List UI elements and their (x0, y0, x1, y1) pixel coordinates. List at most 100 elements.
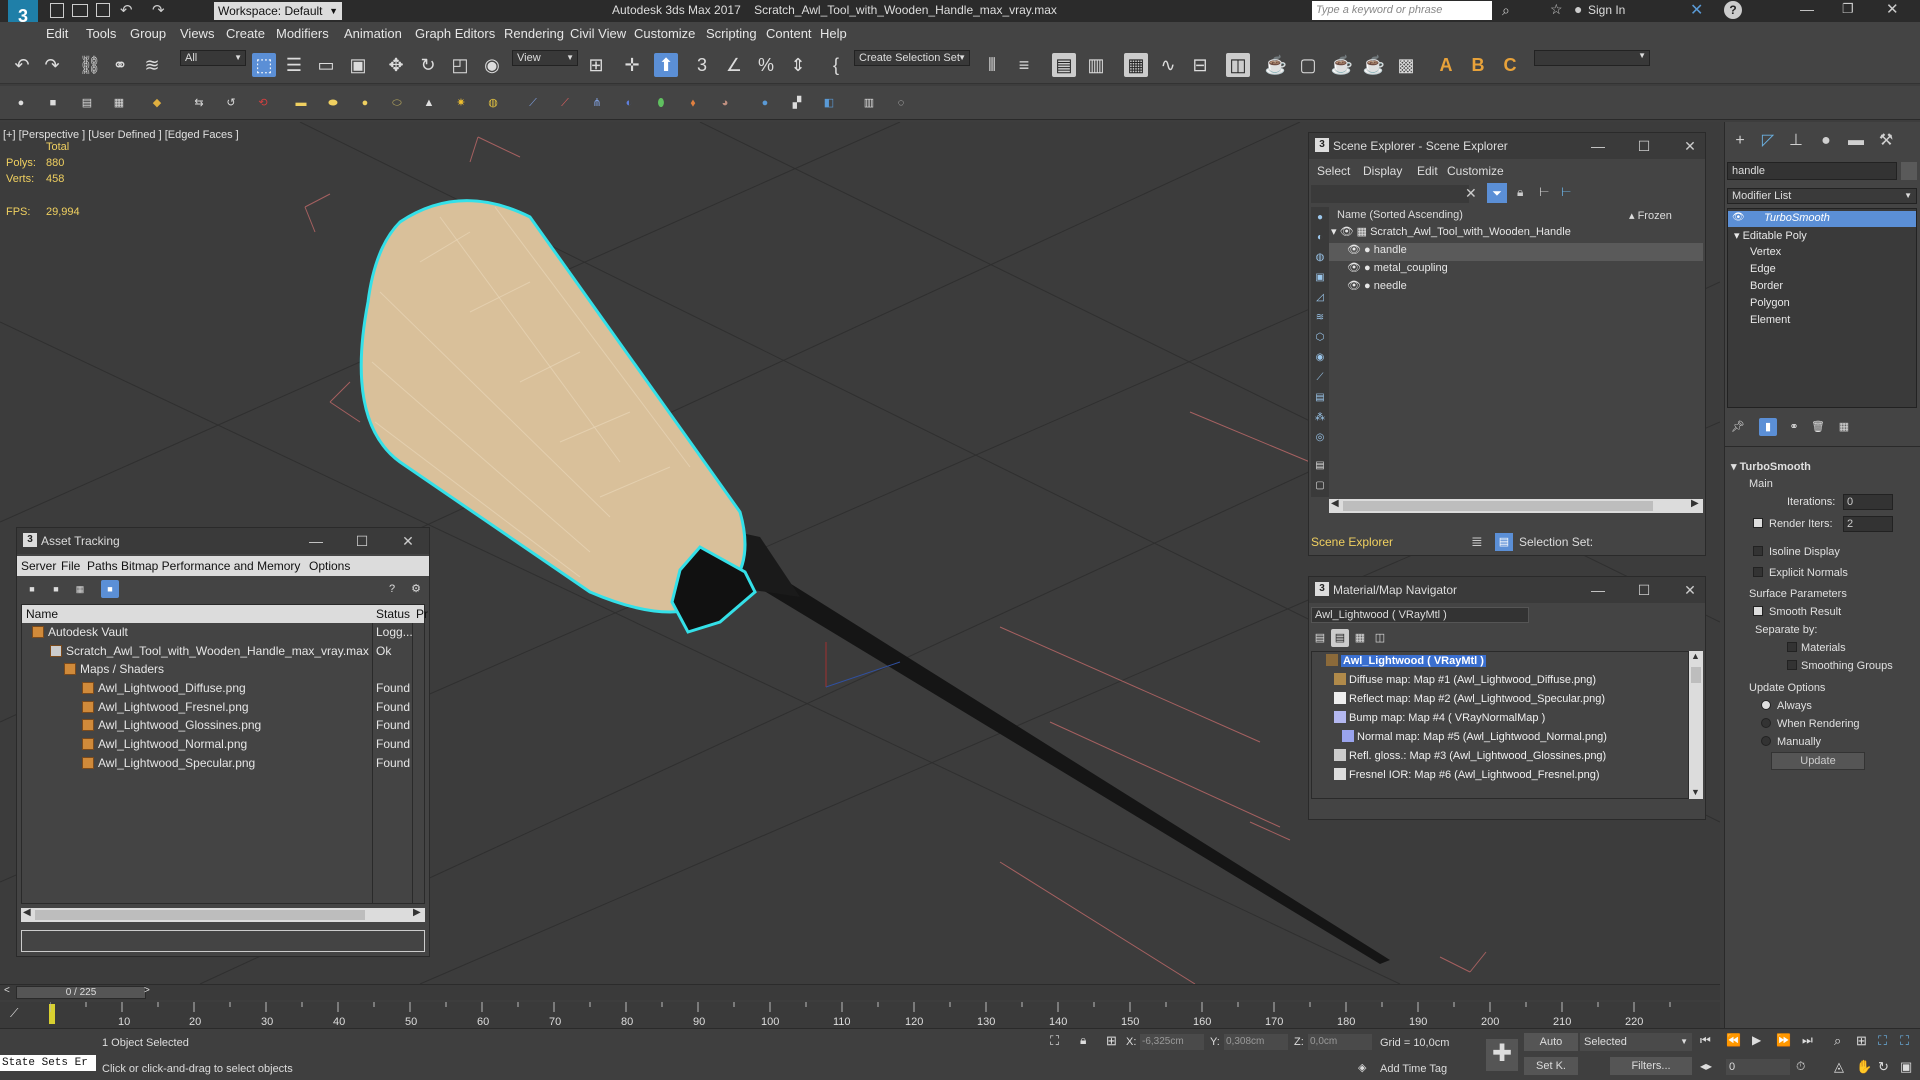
undo-icon[interactable]: ↶ (120, 1, 133, 19)
scene-explorer-selector[interactable]: Scene Explorer (1311, 535, 1393, 549)
isoline-display-checkbox[interactable] (1753, 546, 1763, 556)
stack-item-turbosmooth[interactable]: 👁︎ TurboSmooth (1728, 211, 1916, 227)
reference-coordinate-dropdown[interactable]: View ▼ (512, 50, 578, 66)
go-to-start-icon[interactable]: ⏮ (1700, 1033, 1711, 1048)
menu-bitmap-performance[interactable]: Bitmap Performance and Memory (121, 559, 300, 573)
curve-editor-icon[interactable]: ∿ (1156, 53, 1180, 77)
window-crossing-icon[interactable]: ▣ (346, 53, 370, 77)
toolbar-blank-dropdown[interactable]: ▼ (1534, 50, 1650, 66)
pin-stack-icon[interactable]: 📌︎ (1729, 418, 1747, 436)
sign-in-link[interactable]: Sign In (1588, 3, 1625, 17)
display-geometry-icon[interactable]: ● (1311, 209, 1329, 227)
menu-graph-editors[interactable]: Graph Editors (415, 26, 495, 41)
rendered-frame-window-icon[interactable]: ▢ (1296, 53, 1320, 77)
maximize-viewport-icon[interactable]: ▣ (1900, 1059, 1912, 1075)
view-list-icons-icon[interactable]: ▤ (1331, 629, 1349, 647)
redo-icon[interactable]: ↷ (40, 53, 64, 77)
material-map-item[interactable]: Refl. gloss.: Map #3 (Awl_Lightwood_Glos… (1334, 749, 1606, 762)
rotate-icon[interactable]: ↻ (416, 53, 440, 77)
smooth-result-checkbox[interactable] (1753, 606, 1763, 616)
keyboard-shortcut-override-icon[interactable]: ⬆ (654, 53, 678, 77)
stack-item-edge[interactable]: Edge (1750, 263, 1776, 275)
text-b-icon[interactable]: B (1466, 53, 1490, 77)
horizontal-scrollbar[interactable]: ◀ ▶ (21, 907, 425, 922)
zoom-all-icon[interactable]: ⊞ (1856, 1033, 1867, 1049)
table-row[interactable]: Scratch_Awl_Tool_with_Wooden_Handle_max_… (22, 644, 424, 662)
pan-view-icon[interactable]: ✋ (1856, 1059, 1872, 1075)
time-configuration-icon[interactable]: ⏱ (1796, 1059, 1805, 1074)
material-map-item[interactable]: Bump map: Map #4 ( VRayNormalMap ) (1334, 711, 1545, 724)
close-button[interactable]: ✕ (399, 532, 417, 550)
display-tab-icon[interactable]: ▬ (1843, 128, 1869, 154)
remove-modifier-icon[interactable]: 🗑︎ (1809, 418, 1827, 436)
always-radio[interactable] (1761, 700, 1771, 710)
maximize-button[interactable]: ☐ (353, 532, 371, 550)
table-row[interactable]: Awl_Lightwood_Glossines.png Found (22, 718, 424, 736)
hierarchy-sync-icon[interactable]: ⊢ (1561, 185, 1571, 199)
table-row[interactable]: Autodesk Vault Logg... (22, 625, 424, 643)
track-bar[interactable]: ⟋ 10 20 30 40 50 60 70 80 90 100 110 120… (0, 1002, 1720, 1028)
toggle-layer-explorer-icon[interactable]: ▥ (1084, 53, 1108, 77)
display-bones-icon[interactable]: ⟋ (1311, 369, 1329, 387)
user-icon[interactable]: ● (1574, 1, 1582, 17)
next-frame-icon[interactable]: ⏩ (1776, 1033, 1791, 1047)
render-iters-spinner[interactable]: 2 (1843, 516, 1893, 532)
tool-13-icon[interactable]: ▲ (420, 94, 438, 112)
configure-modifier-sets-icon[interactable]: ▦ (1835, 418, 1853, 436)
x-coordinate-field[interactable]: -6,325cm (1140, 1034, 1204, 1050)
menu-content[interactable]: Content (766, 26, 812, 41)
tool-21-icon[interactable]: ⬧ (684, 94, 702, 112)
workspace-dropdown[interactable]: Workspace: Default ▼ (214, 2, 342, 20)
view-mode-3-icon[interactable]: ▦ (71, 580, 89, 598)
menu-customize[interactable]: Customize (1447, 164, 1504, 178)
tool-25-icon[interactable]: ◧ (820, 94, 838, 112)
view-list-icon[interactable]: ▤ (1311, 629, 1329, 647)
view-mode-4-icon[interactable]: ■ (101, 580, 119, 598)
zoom-extents-icon[interactable]: ⛶ (1878, 1033, 1887, 1049)
time-slider[interactable]: < 0 / 225 > (0, 984, 1720, 1000)
tool-18-icon[interactable]: ⋔ (588, 94, 606, 112)
snaps-toggle-icon[interactable]: 3 (690, 53, 714, 77)
scene-explorer-title-bar[interactable]: 3 Scene Explorer - Scene Explorer — ☐ ✕ (1309, 133, 1705, 159)
menu-create[interactable]: Create (226, 26, 265, 41)
display-cameras-icon[interactable]: ▣ (1311, 269, 1329, 287)
scroll-right-icon[interactable]: ▶ (413, 907, 421, 918)
material-root-item[interactable]: Awl_Lightwood ( VRayMtl ) (1326, 654, 1486, 667)
maxscript-listener[interactable]: State Sets Er (0, 1055, 96, 1071)
viewport-label[interactable]: [+] [Perspective ] [User Defined ] [Edge… (3, 129, 239, 141)
redo-icon[interactable]: ↷ (152, 1, 165, 19)
close-button[interactable]: ✕ (1681, 137, 1699, 155)
material-navigator-title-bar[interactable]: 3 Material/Map Navigator — ☐ ✕ (1309, 577, 1705, 603)
table-row[interactable]: Awl_Lightwood_Fresnel.png Found (22, 700, 424, 718)
column-frozen[interactable]: ▴ Frozen (1629, 209, 1672, 222)
tool-19-icon[interactable]: ◐ (620, 94, 638, 112)
tree-item-handle[interactable]: 👁︎ ● handle (1329, 243, 1703, 261)
go-to-end-icon[interactable]: ⏭ (1802, 1033, 1813, 1048)
tool-12-icon[interactable]: ⬭ (388, 94, 406, 112)
named-selection-sets-dropdown[interactable]: Create Selection Set ▼ (854, 50, 970, 66)
column-status[interactable]: Status (376, 607, 410, 621)
modifier-list-dropdown[interactable]: Modifier List ▼ (1727, 188, 1917, 204)
when-rendering-radio[interactable] (1761, 718, 1771, 728)
selection-set-icon[interactable]: ▤ (1495, 533, 1513, 551)
view-mode-1-icon[interactable]: ■ (23, 580, 41, 598)
search-input[interactable]: Type a keyword or phrase (1312, 1, 1492, 20)
scene-search-field[interactable] (1311, 185, 1469, 203)
tool-26-icon[interactable]: ▥ (860, 94, 878, 112)
tool-22-icon[interactable]: ◕ (716, 94, 734, 112)
material-map-item[interactable]: Fresnel IOR: Map #6 (Awl_Lightwood_Fresn… (1334, 768, 1599, 781)
view-large-icons-icon[interactable]: ◫ (1371, 629, 1389, 647)
iterations-spinner[interactable]: 0 (1843, 494, 1893, 510)
add-time-tag[interactable]: Add Time Tag (1380, 1063, 1447, 1075)
set-key-mode-icon[interactable]: ✚ (1486, 1039, 1518, 1071)
display-lights-icon[interactable]: ◍ (1311, 249, 1329, 267)
lock-icon[interactable]: 🔒︎ (1517, 185, 1523, 200)
minimize-button[interactable]: — (1589, 581, 1607, 599)
stack-item-polygon[interactable]: Polygon (1750, 297, 1790, 309)
material-map-item[interactable]: Diffuse map: Map #1 (Awl_Lightwood_Diffu… (1334, 673, 1596, 686)
mini-curve-editor-icon[interactable]: ⟋ (10, 1006, 18, 1021)
orbit-icon[interactable]: ↻ (1878, 1059, 1889, 1075)
menu-scripting[interactable]: Scripting (706, 26, 757, 41)
render-production-icon[interactable]: ☕ (1330, 53, 1354, 77)
angle-snap-icon[interactable]: ∠ (722, 53, 746, 77)
